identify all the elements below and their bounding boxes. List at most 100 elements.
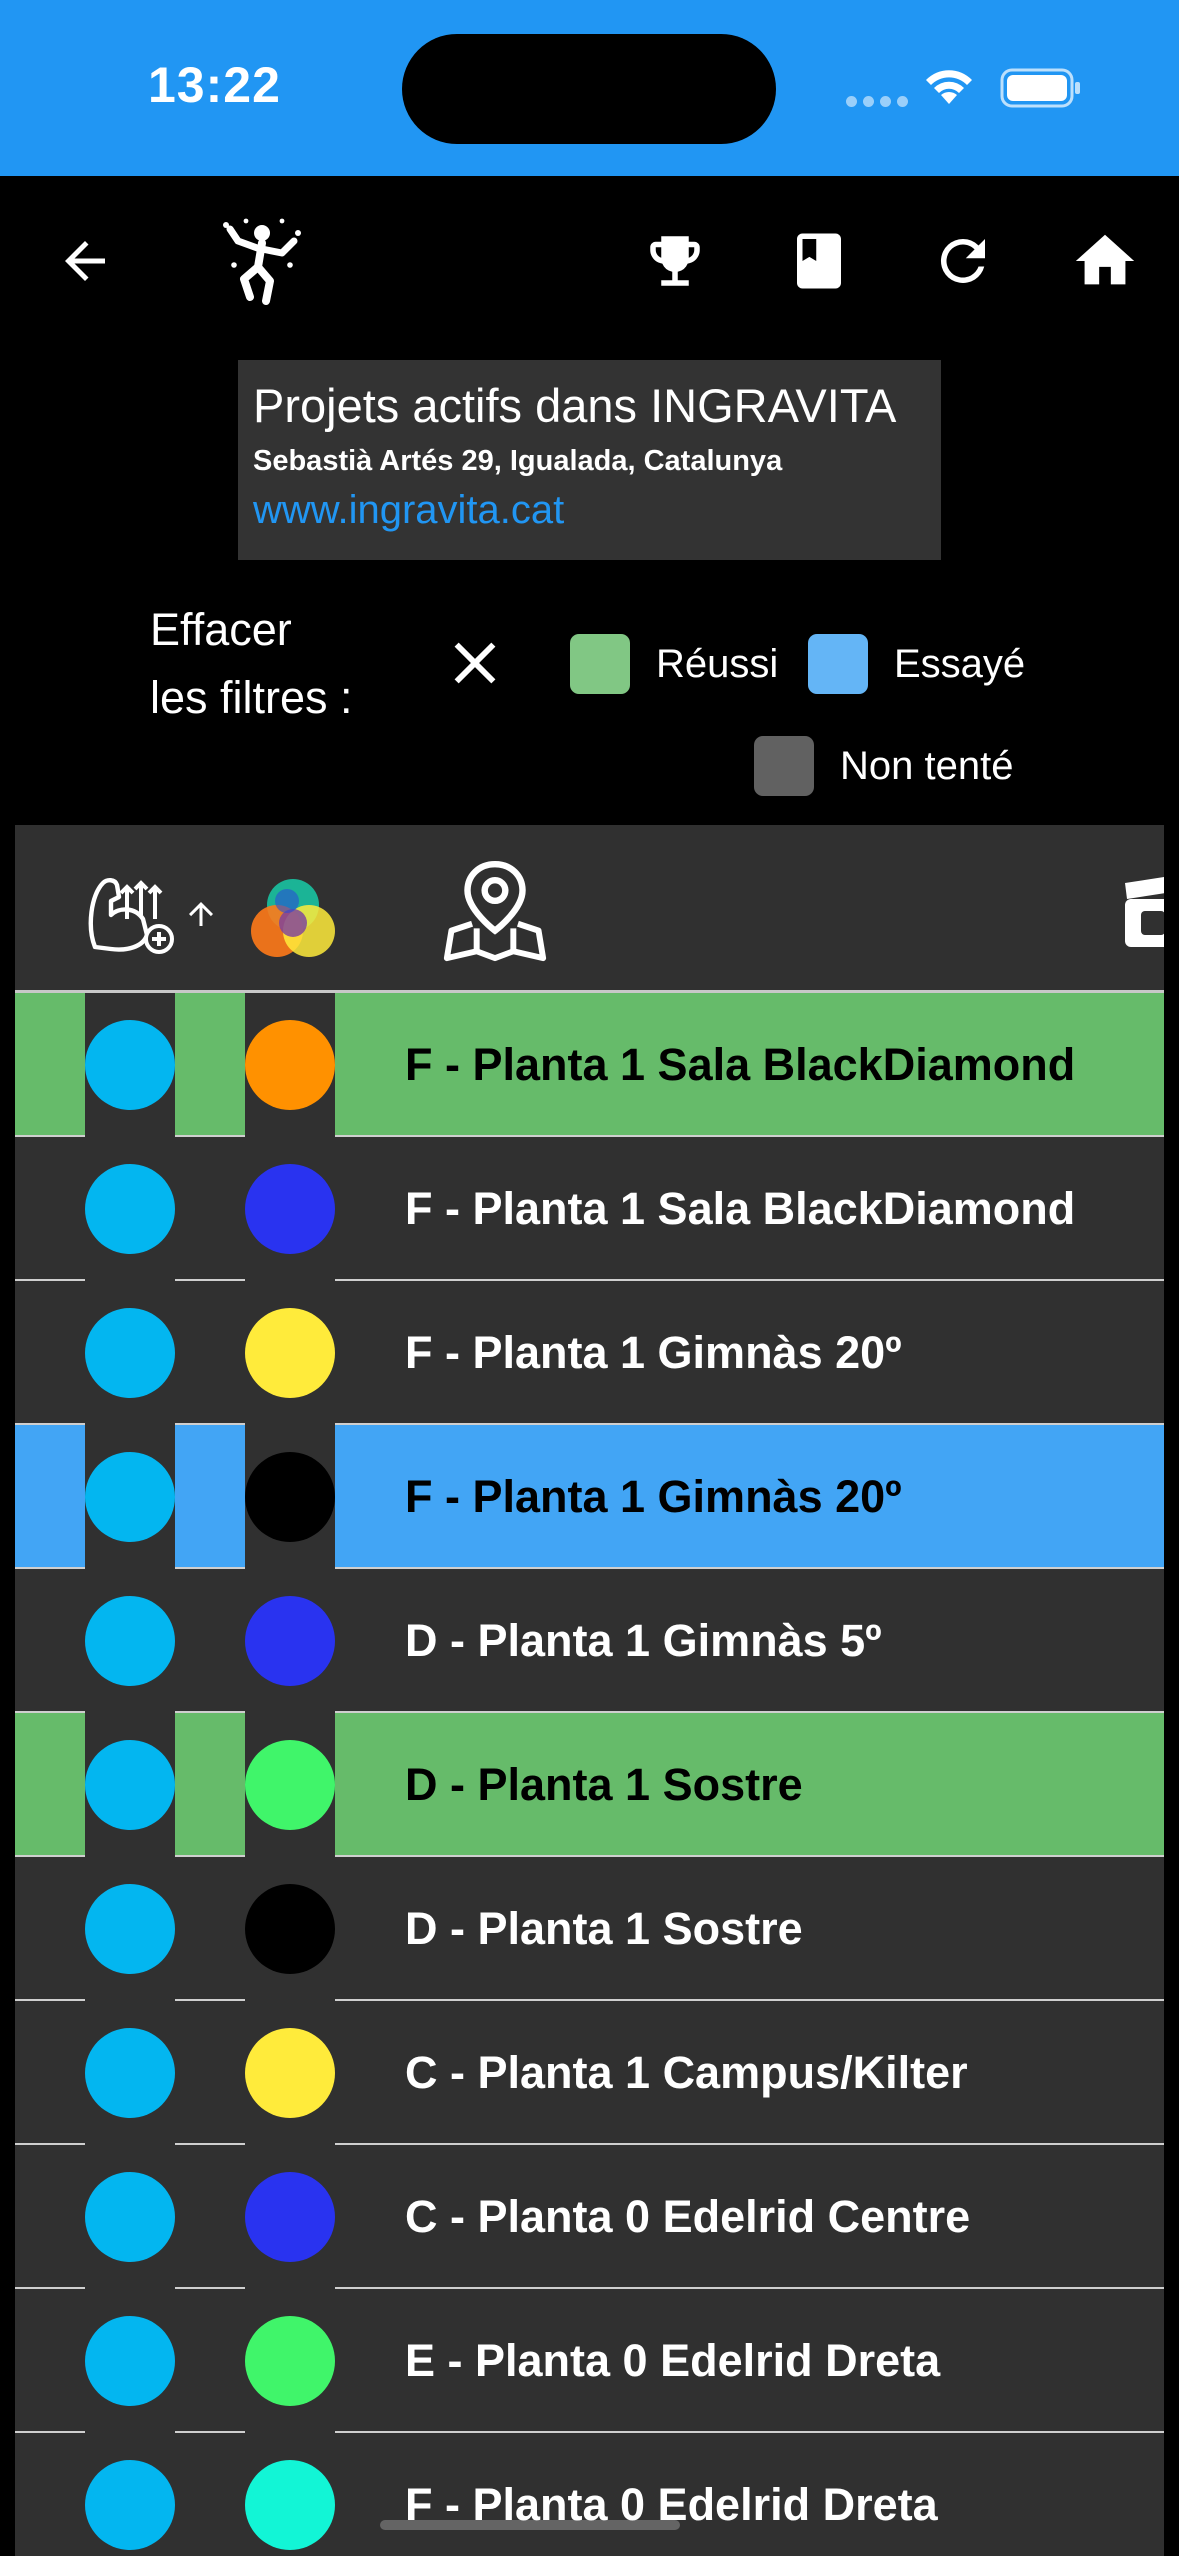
difficulty-dot	[85, 2316, 175, 2406]
trophy-icon[interactable]	[630, 216, 720, 306]
routes-table: F - Planta 1 Sala BlackDiamond F - Planta…	[15, 825, 1164, 2556]
difficulty-dot	[85, 2028, 175, 2118]
hold-color-dot	[245, 1740, 335, 1830]
clear-filters-close-icon[interactable]	[440, 628, 510, 698]
difficulty-cell	[85, 1281, 175, 1425]
hold-color-cell	[245, 1425, 335, 1569]
filter-not-tried-swatch[interactable]	[754, 736, 814, 796]
difficulty-cell	[85, 2433, 175, 2556]
hold-color-dot	[245, 1452, 335, 1542]
difficulty-cell	[85, 993, 175, 1137]
hold-color-dot	[245, 2316, 335, 2406]
hold-color-dot	[245, 1164, 335, 1254]
hold-color-cell	[245, 1281, 335, 1425]
difficulty-cell	[85, 1569, 175, 1713]
filter-tried[interactable]: Essayé	[808, 634, 1025, 694]
filter-not-tried[interactable]: Non tenté	[754, 736, 1013, 796]
wifi-icon	[926, 70, 972, 104]
difficulty-dot	[85, 1596, 175, 1686]
route-name: D - Planta 1 Gimnàs 5º	[405, 1615, 882, 1666]
difficulty-dot	[85, 1020, 175, 1110]
dynamic-island	[402, 34, 776, 144]
table-row[interactable]: F - Planta 1 Gimnàs 20º	[15, 1281, 1164, 1425]
route-name: E - Planta 0 Edelrid Dreta	[405, 2335, 941, 2386]
hold-color-cell	[245, 993, 335, 1137]
hold-color-dot	[245, 1020, 335, 1110]
difficulty-cell	[85, 1137, 175, 1281]
route-name: F - Planta 1 Gimnàs 20º	[405, 1471, 902, 1522]
difficulty-cell	[85, 1713, 175, 1857]
route-name: F - Planta 1 Gimnàs 20º	[405, 1327, 902, 1378]
hold-color-dot	[245, 2172, 335, 2262]
scroll-indicator	[380, 2520, 680, 2530]
status-bar: 13:22	[0, 0, 1179, 176]
sort-ascending-icon[interactable]	[183, 889, 219, 939]
table-row[interactable]: C - Planta 1 Campus/Kilter	[15, 2001, 1164, 2145]
strength-sort-icon[interactable]	[83, 867, 195, 959]
refresh-icon[interactable]	[918, 216, 1008, 306]
filter-tried-label: Essayé	[894, 641, 1026, 686]
table-row[interactable]: E - Planta 0 Edelrid Dreta	[15, 2289, 1164, 2433]
route-name: F - Planta 1 Sala BlackDiamond	[405, 1183, 1076, 1234]
video-clapper-icon[interactable]	[1121, 871, 1164, 951]
hold-color-cell	[245, 1713, 335, 1857]
map-pin-icon[interactable]	[440, 855, 550, 965]
clear-filters-label-line2: les filtres :	[150, 672, 353, 723]
gym-info-card: Projets actifs dans INGRAVITA Sebastià A…	[238, 360, 941, 560]
route-name: F - Planta 0 Edelrid Dreta	[405, 2479, 938, 2530]
hold-color-dot	[245, 2028, 335, 2118]
climber-logo-icon[interactable]	[212, 216, 312, 306]
home-icon[interactable]	[1060, 216, 1150, 306]
difficulty-cell	[85, 2001, 175, 2145]
difficulty-dot	[85, 1164, 175, 1254]
gym-title: Projets actifs dans INGRAVITA	[253, 379, 897, 432]
table-row[interactable]: F - Planta 1 Sala BlackDiamond	[15, 993, 1164, 1137]
difficulty-cell	[85, 2145, 175, 2289]
table-row[interactable]: D - Planta 1 Gimnàs 5º	[15, 1569, 1164, 1713]
route-name: D - Planta 1 Sostre	[405, 1759, 803, 1810]
hold-color-cell	[245, 2289, 335, 2433]
gym-website-link[interactable]: www.ingravita.cat	[253, 488, 926, 533]
hold-color-dot	[245, 1596, 335, 1686]
table-row[interactable]: F - Planta 1 Gimnàs 20º	[15, 1425, 1164, 1569]
table-row[interactable]: D - Planta 1 Sostre	[15, 1857, 1164, 2001]
difficulty-dot	[85, 2172, 175, 2262]
route-name: C - Planta 1 Campus/Kilter	[405, 2047, 968, 2098]
clear-filters-label: Effacer les filtres :	[150, 596, 353, 732]
difficulty-cell	[85, 1857, 175, 2001]
filter-succeeded-swatch[interactable]	[570, 634, 630, 694]
app-bar	[0, 176, 1179, 346]
table-row[interactable]: D - Planta 1 Sostre	[15, 1713, 1164, 1857]
hold-color-cell	[245, 1857, 335, 2001]
table-row[interactable]: C - Planta 0 Edelrid Centre	[15, 2145, 1164, 2289]
cellular-signal-icon	[846, 96, 908, 107]
color-venn-icon[interactable]	[243, 869, 343, 969]
hold-color-cell	[245, 1137, 335, 1281]
battery-icon	[1000, 68, 1080, 108]
back-arrow-icon[interactable]	[40, 216, 130, 306]
book-icon[interactable]	[774, 216, 864, 306]
difficulty-dot	[85, 1308, 175, 1398]
table-header	[15, 825, 1164, 993]
filter-succeeded-label: Réussi	[656, 641, 779, 686]
route-name: C - Planta 0 Edelrid Centre	[405, 2191, 971, 2242]
clear-filters-label-line1: Effacer	[150, 604, 292, 655]
hold-color-dot	[245, 2460, 335, 2550]
hold-color-cell	[245, 2145, 335, 2289]
filter-succeeded[interactable]: Réussi	[570, 634, 778, 694]
status-time: 13:22	[148, 57, 281, 113]
difficulty-dot	[85, 1452, 175, 1542]
difficulty-cell	[85, 2289, 175, 2433]
route-name: D - Planta 1 Sostre	[405, 1903, 803, 1954]
filter-tried-swatch[interactable]	[808, 634, 868, 694]
difficulty-dot	[85, 2460, 175, 2550]
route-name: F - Planta 1 Sala BlackDiamond	[405, 1039, 1076, 1090]
hold-color-dot	[245, 1884, 335, 1974]
table-row[interactable]: F - Planta 1 Sala BlackDiamond	[15, 1137, 1164, 1281]
table-row[interactable]: F - Planta 0 Edelrid Dreta	[15, 2433, 1164, 2556]
hold-color-dot	[245, 1308, 335, 1398]
hold-color-cell	[245, 2001, 335, 2145]
hold-color-cell	[245, 2433, 335, 2556]
difficulty-cell	[85, 1425, 175, 1569]
difficulty-dot	[85, 1740, 175, 1830]
